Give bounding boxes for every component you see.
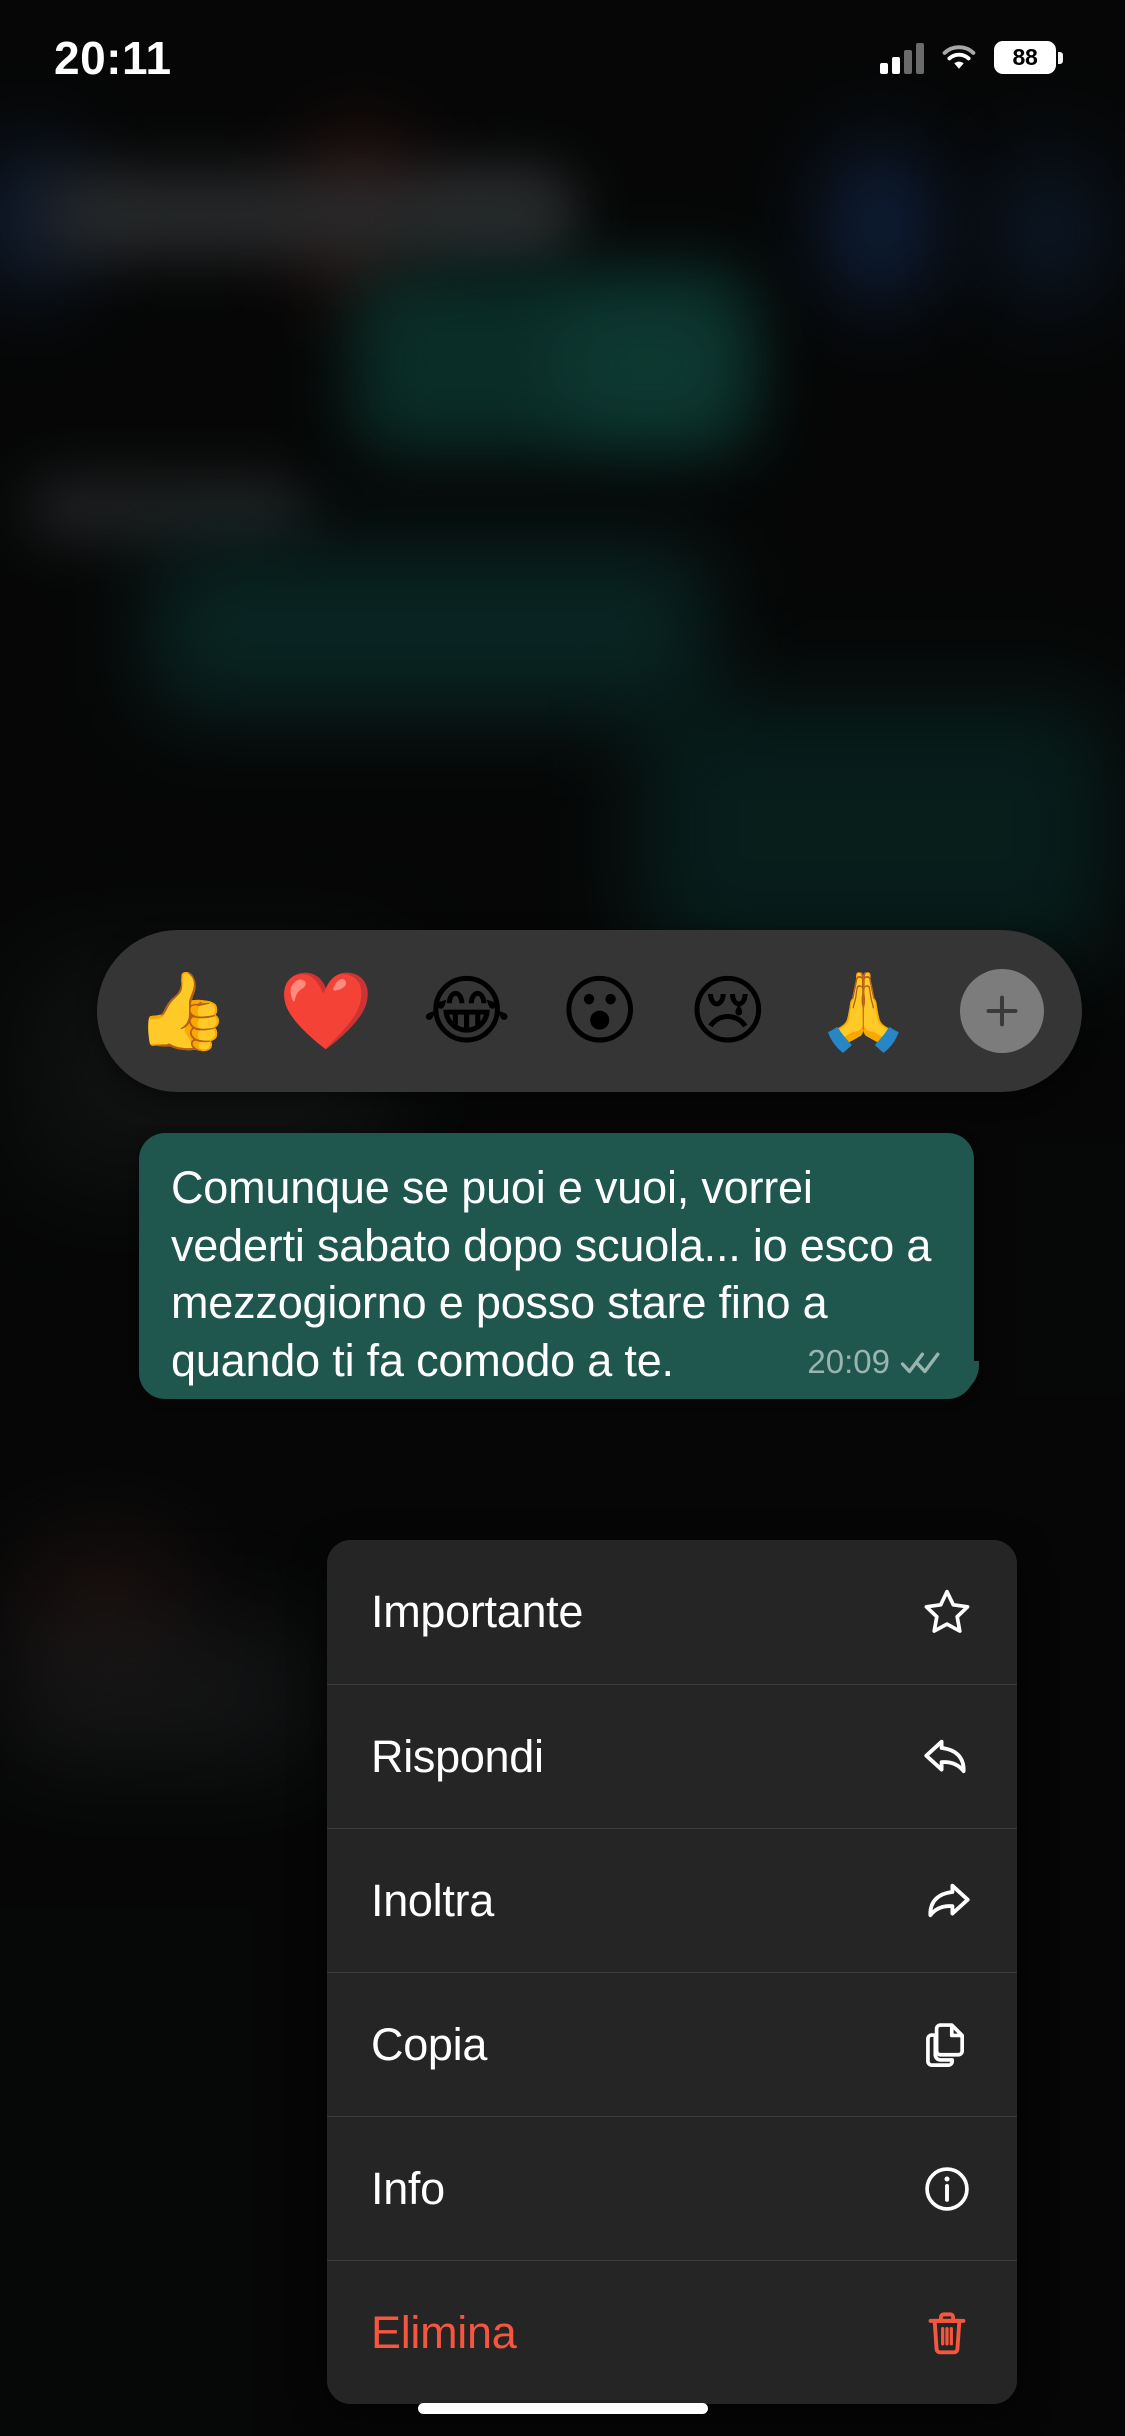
- menu-item-inoltra[interactable]: Inoltra: [327, 1828, 1017, 1972]
- battery-level-text: 88: [1012, 44, 1038, 70]
- wifi-icon: [942, 44, 976, 69]
- status-bar-clock: 20:11: [54, 31, 172, 84]
- star-icon: [919, 1584, 975, 1640]
- cellular-signal-icon: [880, 42, 924, 74]
- message-timestamp: 20:09: [807, 1343, 890, 1381]
- message-bubble-outgoing[interactable]: Comunque se puoi e vuoi, vorrei vederti …: [139, 1133, 979, 1400]
- crying-face-reaction[interactable]: 😢: [688, 973, 767, 1049]
- trash-icon: [919, 2305, 975, 2361]
- menu-item-label: Importante: [371, 1586, 584, 1637]
- thumbs-up-reaction[interactable]: 👍: [135, 973, 230, 1049]
- info-circle-icon: [919, 2161, 975, 2217]
- folded-hands-reaction[interactable]: 🙏: [816, 973, 911, 1049]
- home-indicator[interactable]: [417, 2403, 708, 2414]
- menu-item-label: Inoltra: [371, 1874, 494, 1926]
- menu-item-rispondi[interactable]: Rispondi: [327, 1684, 1017, 1828]
- tears-of-joy-reaction[interactable]: 😂: [422, 973, 511, 1049]
- emoji-reaction-bar[interactable]: 👍 ❤️ 😂 😮 😢 🙏: [97, 930, 1082, 1092]
- menu-item-elimina[interactable]: Elimina: [327, 2260, 1017, 2404]
- battery-icon: 88: [994, 41, 1063, 74]
- menu-item-info[interactable]: Info: [327, 2116, 1017, 2260]
- menu-item-copia[interactable]: Copia: [327, 1972, 1017, 2116]
- double-check-icon: [900, 1352, 940, 1374]
- open-mouth-reaction[interactable]: 😮: [560, 973, 639, 1049]
- menu-item-label: Copia: [371, 2018, 488, 2070]
- plus-icon: [986, 995, 1018, 1027]
- selected-message: Comunque se puoi e vuoi, vorrei vederti …: [139, 1133, 1089, 1400]
- forward-icon: [919, 1873, 975, 1929]
- heart-reaction[interactable]: ❤️: [279, 973, 374, 1049]
- reply-icon: [919, 1729, 975, 1785]
- status-bar-indicators: 88: [880, 41, 1063, 74]
- message-context-menu: Importante Rispondi Inoltra Copia Info E…: [327, 1540, 1017, 2404]
- menu-item-importante[interactable]: Importante: [327, 1540, 1017, 1684]
- menu-item-label: Elimina: [371, 2306, 517, 2358]
- add-reaction-button[interactable]: [959, 969, 1044, 1053]
- menu-item-label: Info: [371, 2162, 445, 2214]
- menu-item-label: Rispondi: [371, 1730, 544, 1782]
- copy-icon: [919, 2017, 975, 2073]
- bubble-tail: [959, 1361, 993, 1399]
- status-bar: 20:11 88: [0, 0, 1125, 115]
